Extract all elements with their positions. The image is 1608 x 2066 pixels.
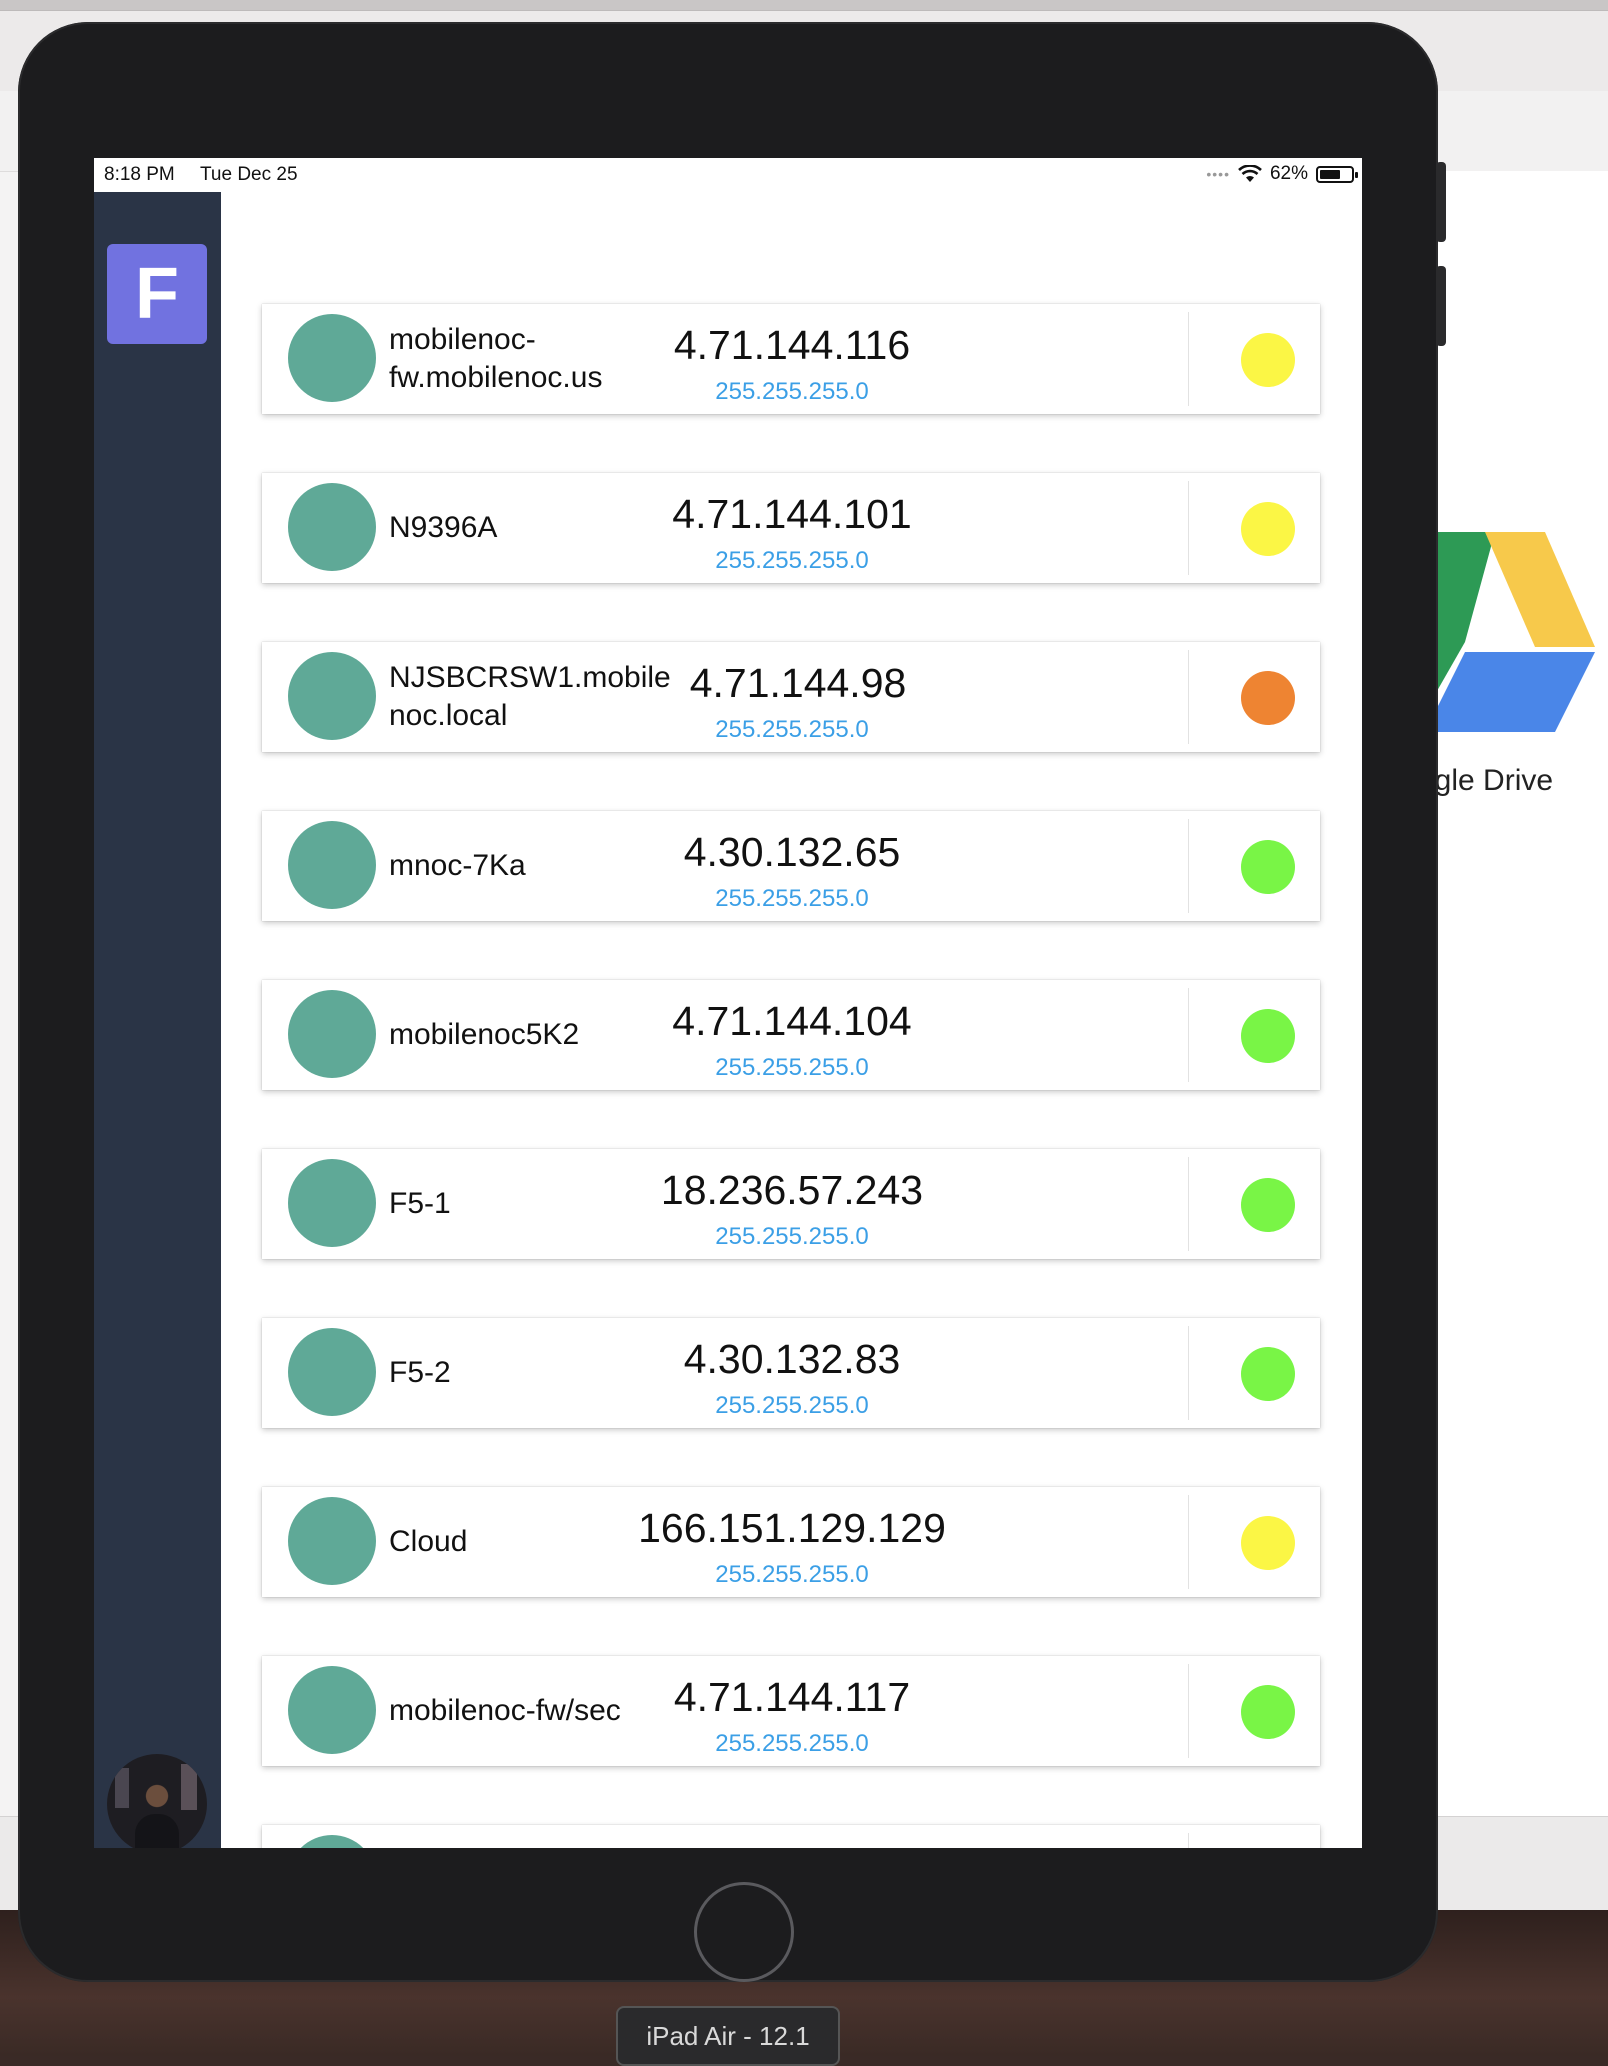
google-drive-icon[interactable] bbox=[1425, 532, 1595, 742]
status-bar: 8:18 PM Tue Dec 25 •••• 62% bbox=[94, 158, 1362, 192]
row-divider bbox=[1188, 1664, 1189, 1758]
device-avatar bbox=[288, 1497, 376, 1585]
device-subnet-mask: 255.255.255.0 bbox=[715, 378, 869, 405]
device-ip: 166.151.129.129 bbox=[638, 1505, 946, 1551]
device-row[interactable]: F5-1 18.236.57.243 255.255.255.0 bbox=[262, 1149, 1320, 1259]
device-subnet-mask: 255.255.255.0 bbox=[715, 1223, 869, 1250]
device-ip: 4.71.144.104 bbox=[672, 998, 912, 1044]
device-ip: 4.30.132.83 bbox=[683, 1336, 901, 1382]
device-avatar bbox=[288, 483, 376, 571]
row-divider bbox=[1188, 988, 1189, 1082]
device-row[interactable]: mnoc-7Ka 4.30.132.65 255.255.255.0 bbox=[262, 811, 1320, 921]
row-divider bbox=[1188, 1495, 1189, 1589]
status-indicator bbox=[1241, 1347, 1295, 1401]
status-indicator bbox=[1241, 502, 1295, 556]
sidebar: F bbox=[94, 192, 221, 1848]
device-row[interactable] bbox=[262, 1825, 1320, 1848]
row-divider bbox=[1188, 312, 1189, 406]
app-logo[interactable]: F bbox=[107, 244, 207, 344]
device-ip: 4.30.132.65 bbox=[683, 829, 901, 875]
device-row[interactable]: mobilenoc-fw/sec 4.71.144.117 255.255.25… bbox=[262, 1656, 1320, 1766]
ipad-screen: 8:18 PM Tue Dec 25 •••• 62% F mobilenoc-… bbox=[94, 158, 1362, 1848]
device-subnet-mask: 255.255.255.0 bbox=[715, 716, 869, 743]
row-divider bbox=[1188, 819, 1189, 913]
status-indicator bbox=[1241, 1685, 1295, 1739]
device-row[interactable]: mobilenoc- fw.mobilenoc.us 4.71.144.116 … bbox=[262, 304, 1320, 414]
device-avatar bbox=[288, 1328, 376, 1416]
device-avatar bbox=[288, 1835, 376, 1848]
battery-percent: 62% bbox=[1269, 163, 1308, 184]
device-subnet-mask: 255.255.255.0 bbox=[715, 885, 869, 912]
device-row[interactable]: N9396A 4.71.144.101 255.255.255.0 bbox=[262, 473, 1320, 583]
row-divider bbox=[1188, 1157, 1189, 1251]
device-row[interactable]: mobilenoc5K2 4.71.144.104 255.255.255.0 bbox=[262, 980, 1320, 1090]
device-subnet-mask: 255.255.255.0 bbox=[715, 1561, 869, 1588]
device-ip: 4.71.144.116 bbox=[673, 322, 911, 368]
device-subnet-mask: 255.255.255.0 bbox=[715, 1392, 869, 1419]
device-row[interactable]: Cloud 166.151.129.129 255.255.255.0 bbox=[262, 1487, 1320, 1597]
device-ip: 4.71.144.117 bbox=[673, 1674, 911, 1720]
battery-icon bbox=[1316, 165, 1358, 183]
status-indicator bbox=[1241, 333, 1295, 387]
device-avatar bbox=[288, 314, 376, 402]
side-button bbox=[1436, 162, 1446, 242]
simulator-device-label: iPad Air - 12.1 bbox=[616, 2006, 840, 2066]
status-indicator bbox=[1241, 1516, 1295, 1570]
volume-button bbox=[1436, 266, 1446, 346]
row-divider bbox=[1188, 481, 1189, 575]
device-subnet-mask: 255.255.255.0 bbox=[715, 1730, 869, 1757]
status-indicator bbox=[1241, 671, 1295, 725]
device-name bbox=[389, 1825, 689, 1848]
cellular-signal-icon: •••• bbox=[1206, 166, 1230, 182]
user-avatar[interactable] bbox=[107, 1754, 207, 1848]
google-drive-label[interactable]: ogle Drive bbox=[1418, 764, 1608, 798]
row-divider bbox=[1188, 650, 1189, 744]
device-avatar bbox=[288, 1666, 376, 1754]
wifi-icon bbox=[1238, 165, 1262, 182]
device-ip: 4.71.144.101 bbox=[672, 491, 912, 537]
status-indicator bbox=[1241, 1009, 1295, 1063]
row-divider bbox=[1188, 1833, 1189, 1848]
device-avatar bbox=[288, 652, 376, 740]
status-indicator bbox=[1241, 1178, 1295, 1232]
background-window-content bbox=[1430, 171, 1608, 1821]
row-divider bbox=[1188, 1326, 1189, 1420]
device-row[interactable]: NJSBCRSW1.mobile noc.local 4.71.144.98 2… bbox=[262, 642, 1320, 752]
status-indicators: •••• 62% bbox=[1206, 163, 1358, 185]
device-ip: 18.236.57.243 bbox=[660, 1167, 924, 1213]
status-time: 8:18 PM bbox=[104, 164, 175, 185]
device-subnet-mask: 255.255.255.0 bbox=[715, 547, 869, 574]
home-button[interactable] bbox=[694, 1882, 794, 1982]
device-avatar bbox=[288, 990, 376, 1078]
device-row[interactable]: F5-2 4.30.132.83 255.255.255.0 bbox=[262, 1318, 1320, 1428]
device-subnet-mask: 255.255.255.0 bbox=[715, 1054, 869, 1081]
device-ip: 4.71.144.98 bbox=[689, 660, 907, 706]
status-indicator bbox=[1241, 840, 1295, 894]
status-date: Tue Dec 25 bbox=[200, 164, 298, 185]
device-avatar bbox=[288, 1159, 376, 1247]
device-avatar bbox=[288, 821, 376, 909]
